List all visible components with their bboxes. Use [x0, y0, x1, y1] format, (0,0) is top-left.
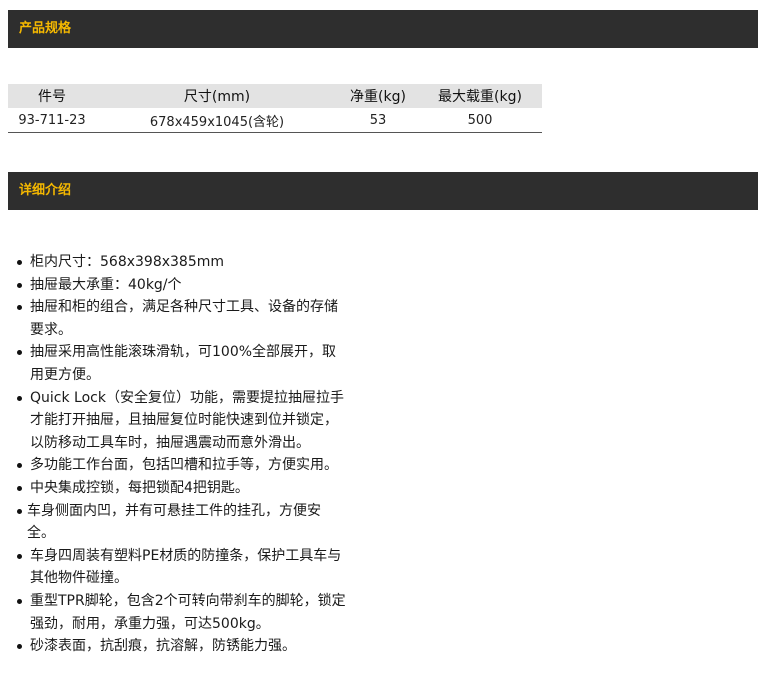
feature-text: 重型TPR脚轮，包含2个可转向带刹车的脚轮，锁定强劲，耐用，承重力强，可达500…	[30, 592, 346, 632]
feature-text: Quick Lock（安全复位）功能，需要提拉抽屉拉手才能打开抽屉，且抽屉复位时…	[30, 389, 344, 451]
section-title-detail: 详细介绍	[19, 183, 72, 198]
feature-list: 柜内尺寸：568x398x385mm 抽屉最大承重：40kg/个 抽屉和柜的组合…	[8, 251, 348, 658]
list-item: 中央集成控锁，每把锁配4把钥匙。	[8, 477, 348, 500]
bullet-icon	[17, 260, 22, 265]
cell-part-no: 93-711-23	[8, 108, 96, 133]
header-size: 尺寸(mm)	[96, 84, 338, 108]
bullet-icon	[17, 395, 22, 401]
bullet-icon	[17, 282, 22, 288]
feature-text: 抽屉最大承重：40kg/个	[30, 276, 182, 293]
feature-text: 砂漆表面，抗刮痕，抗溶解，防锈能力强。	[30, 638, 296, 655]
feature-text: 柜内尺寸：568x398x385mm	[30, 254, 225, 270]
cell-net-weight: 53	[338, 108, 418, 133]
list-item: 抽屉和柜的组合，满足各种尺寸工具、设备的存储要求。	[8, 296, 348, 341]
table-row: 93-711-23 678x459x1045(含轮) 53 500	[8, 108, 542, 133]
list-item: 重型TPR脚轮，包含2个可转向带刹车的脚轮，锁定强劲，耐用，承重力强，可达500…	[8, 590, 348, 635]
section-header-spec: 产品规格	[8, 10, 758, 48]
header-max-load: 最大载重(kg)	[418, 84, 542, 108]
cell-size: 678x459x1045(含轮)	[96, 108, 338, 133]
list-item: 柜内尺寸：568x398x385mm	[8, 251, 348, 274]
spec-table: 件号 尺寸(mm) 净重(kg) 最大载重(kg) 93-711-23 678x…	[8, 84, 542, 133]
section-header-detail: 详细介绍	[8, 172, 758, 210]
feature-text: 抽屉采用高性能滚珠滑轨，可100%全部展开，取用更方便。	[30, 344, 337, 383]
feature-text: 车身侧面内凹，并有可悬挂工件的挂孔，方便安全。	[27, 502, 321, 542]
bullet-icon	[17, 463, 22, 469]
cell-max-load: 500	[418, 108, 542, 133]
list-item: 车身四周装有塑料PE材质的防撞条，保护工具车与其他物件碰撞。	[8, 545, 348, 590]
list-item: 车身侧面内凹，并有可悬挂工件的挂孔，方便安全。	[8, 500, 348, 545]
list-item: Quick Lock（安全复位）功能，需要提拉抽屉拉手才能打开抽屉，且抽屉复位时…	[8, 387, 348, 455]
feature-text: 中央集成控锁，每把锁配4把钥匙。	[30, 479, 249, 496]
header-part-no: 件号	[8, 84, 96, 108]
bullet-icon	[17, 508, 22, 514]
bullet-icon	[17, 305, 22, 311]
list-item: 多功能工作台面，包括凹槽和拉手等，方便实用。	[8, 454, 348, 477]
bullet-icon	[17, 644, 22, 650]
list-item: 抽屉采用高性能滚珠滑轨，可100%全部展开，取用更方便。	[8, 341, 348, 386]
bullet-icon	[17, 598, 22, 604]
bullet-icon	[17, 350, 22, 356]
header-net-weight: 净重(kg)	[338, 84, 418, 108]
bullet-icon	[17, 485, 22, 491]
spec-table-header-row: 件号 尺寸(mm) 净重(kg) 最大载重(kg)	[8, 84, 542, 108]
feature-text: 抽屉和柜的组合，满足各种尺寸工具、设备的存储要求。	[30, 299, 338, 338]
list-item: 抽屉最大承重：40kg/个	[8, 274, 348, 297]
section-title-spec: 产品规格	[19, 21, 72, 36]
bullet-icon	[17, 553, 22, 559]
feature-text: 多功能工作台面，包括凹槽和拉手等，方便实用。	[30, 457, 338, 474]
feature-text: 车身四周装有塑料PE材质的防撞条，保护工具车与其他物件碰撞。	[30, 547, 342, 587]
list-item: 砂漆表面，抗刮痕，抗溶解，防锈能力强。	[8, 635, 348, 658]
